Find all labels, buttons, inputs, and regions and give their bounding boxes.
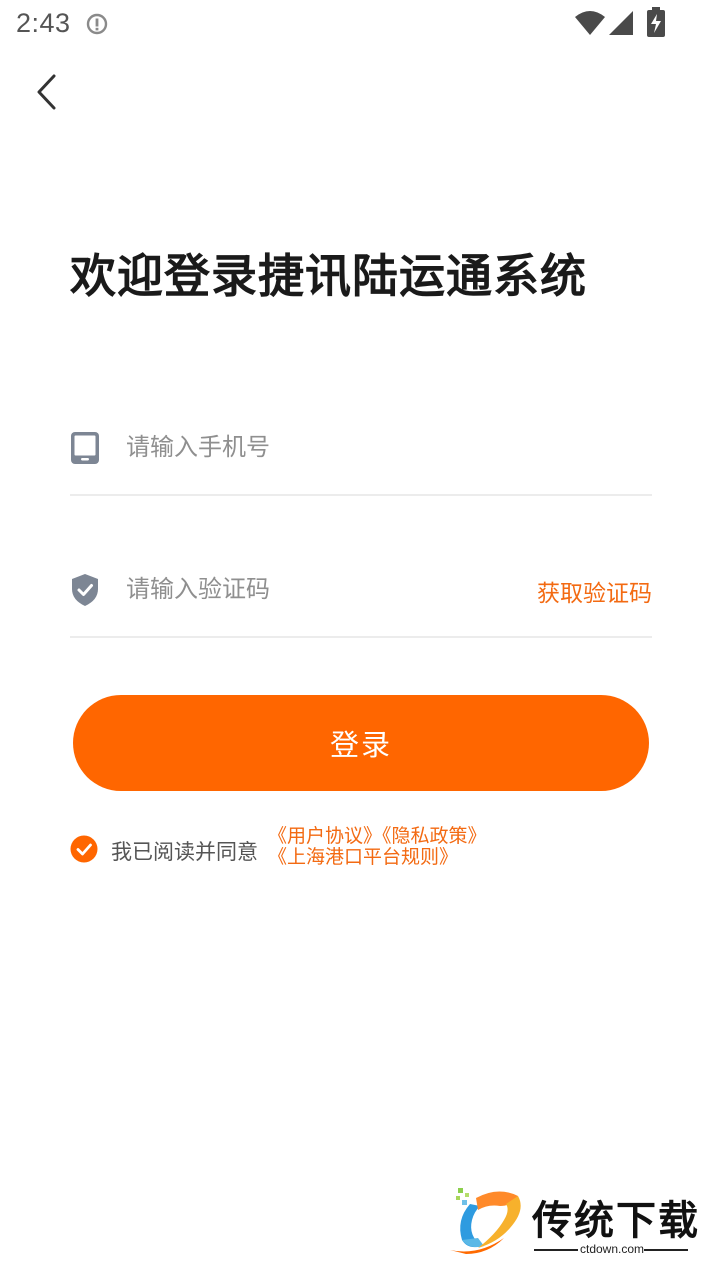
code-field-row: 获取验证码 [70, 548, 652, 628]
signal-icon [609, 11, 633, 35]
back-button[interactable] [24, 66, 72, 118]
info-icon [86, 13, 108, 35]
user-agreement-link[interactable]: 《用户协议》 [268, 825, 382, 847]
phone-input[interactable] [126, 424, 506, 470]
get-code-button[interactable]: 获取验证码 [537, 574, 652, 608]
verification-code-input[interactable] [126, 566, 506, 612]
privacy-policy-link[interactable]: 《隐私政策》 [382, 825, 487, 847]
wifi-icon [575, 11, 605, 35]
watermark-rule [644, 1249, 688, 1251]
tablet-icon [71, 432, 99, 464]
platform-rules-link[interactable]: 《上海港口平台规则》 [268, 846, 458, 868]
battery-charging-icon [647, 7, 665, 37]
login-screen: 2:43 欢迎登录捷讯陆运通系统 请输入手机号 请输入验证码 获取验证码 登录 … [0, 0, 720, 1280]
status-time: 2:43 [16, 8, 71, 38]
status-bar: 2:43 [0, 0, 720, 48]
watermark-domain: ctdown.com [580, 1242, 645, 1256]
phone-field-row [70, 406, 652, 486]
divider [70, 636, 652, 638]
login-button[interactable]: 登录 [73, 695, 649, 791]
watermark-rule [534, 1249, 578, 1251]
agreement-checkbox[interactable] [70, 835, 98, 863]
watermark-brand: 传统下载 [532, 1198, 700, 1244]
shield-check-icon [72, 574, 98, 606]
agreement-links: 《用户协议》《隐私政策》 《上海港口平台规则》 [268, 826, 528, 868]
divider [70, 494, 652, 496]
agreement-text: 我已阅读并同意 [111, 840, 258, 864]
page-title: 欢迎登录捷讯陆运通系统 [70, 249, 587, 303]
watermark-logo [450, 1188, 521, 1254]
